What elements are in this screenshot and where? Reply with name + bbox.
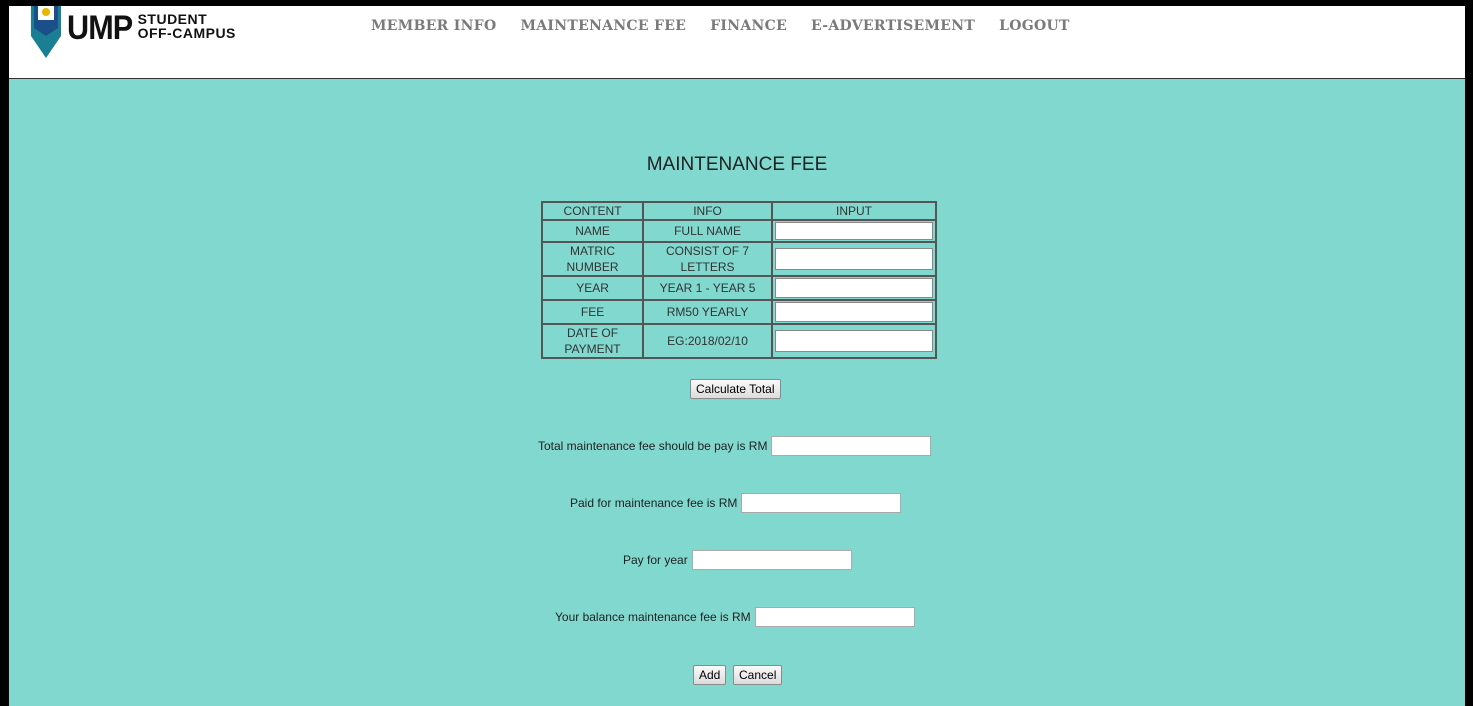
year-input[interactable] xyxy=(775,278,933,298)
paid-fee-label: Paid for maintenance fee is RM xyxy=(570,496,738,510)
logo-brand-text: UMP xyxy=(67,9,133,47)
total-fee-label: Total maintenance fee should be pay is R… xyxy=(538,439,768,453)
input-cell xyxy=(772,242,936,276)
pay-year-input[interactable] xyxy=(691,550,852,570)
site-header: UMP STUDENT OFF-CAMPUS MEMBER INFO MAINT… xyxy=(9,6,1465,79)
total-fee-input[interactable] xyxy=(771,436,932,456)
balance-fee-input[interactable] xyxy=(754,607,915,627)
header-content: CONTENT xyxy=(542,202,644,220)
fee-input[interactable] xyxy=(775,302,933,322)
calculate-total-button[interactable]: Calculate Total xyxy=(690,379,781,399)
table-row: YEAR YEAR 1 - YEAR 5 xyxy=(542,276,936,300)
name-input[interactable] xyxy=(775,222,933,240)
matric-number-input[interactable] xyxy=(775,248,933,270)
info-cell: EG:2018/02/10 xyxy=(643,324,772,358)
shield-logo-icon xyxy=(31,6,61,58)
page-title: MAINTENANCE FEE xyxy=(646,154,828,175)
paid-fee-input[interactable] xyxy=(741,493,902,513)
input-cell xyxy=(772,324,936,358)
table-row: MATRIC NUMBER CONSIST OF 7 LETTERS xyxy=(542,242,936,276)
info-cell: FULL NAME xyxy=(643,220,772,242)
pay-year-row: Pay for year xyxy=(623,550,852,570)
nav-member-info[interactable]: MEMBER INFO xyxy=(371,18,496,34)
input-cell xyxy=(772,220,936,242)
total-fee-row: Total maintenance fee should be pay is R… xyxy=(538,436,932,456)
content-cell: MATRIC NUMBER xyxy=(542,242,644,276)
info-cell: CONSIST OF 7 LETTERS xyxy=(643,242,772,276)
date-of-payment-input[interactable] xyxy=(775,330,933,352)
info-cell: RM50 YEARLY xyxy=(643,300,772,324)
page-frame: UMP STUDENT OFF-CAMPUS MEMBER INFO MAINT… xyxy=(9,6,1465,706)
logo-subtitle: STUDENT OFF-CAMPUS xyxy=(138,12,236,40)
input-cell xyxy=(772,300,936,324)
nav-e-advertisement[interactable]: E-ADVERTISEMENT xyxy=(811,18,975,34)
table-row: FEE RM50 YEARLY xyxy=(542,300,936,324)
ump-logo[interactable]: UMP STUDENT OFF-CAMPUS xyxy=(29,6,236,62)
cancel-button[interactable]: Cancel xyxy=(733,665,783,685)
table-row: NAME FULL NAME xyxy=(542,220,936,242)
input-cell xyxy=(772,276,936,300)
content-cell: DATE OF PAYMENT xyxy=(542,324,644,358)
balance-fee-row: Your balance maintenance fee is RM xyxy=(555,607,915,627)
nav-logout[interactable]: LOGOUT xyxy=(999,18,1070,34)
logo-line-1: STUDENT xyxy=(137,11,208,27)
nav-finance[interactable]: FINANCE xyxy=(710,18,787,34)
pay-year-label: Pay for year xyxy=(623,553,688,567)
header-info: INFO xyxy=(643,202,772,220)
logo-line-2: OFF-CAMPUS xyxy=(137,25,236,41)
paid-fee-row: Paid for maintenance fee is RM xyxy=(570,493,902,513)
add-button[interactable]: Add xyxy=(693,665,727,685)
header-input: INPUT xyxy=(772,202,936,220)
info-cell: YEAR 1 - YEAR 5 xyxy=(643,276,772,300)
fee-table: CONTENT INFO INPUT NAME FULL NAME MATRIC… xyxy=(541,201,937,359)
table-row: DATE OF PAYMENT EG:2018/02/10 xyxy=(542,324,936,358)
main-nav: MEMBER INFO MAINTENANCE FEE FINANCE E-AD… xyxy=(371,18,1094,34)
nav-maintenance-fee[interactable]: MAINTENANCE FEE xyxy=(520,18,686,34)
content-cell: YEAR xyxy=(542,276,644,300)
content-cell: FEE xyxy=(542,300,644,324)
table-header-row: CONTENT INFO INPUT xyxy=(542,202,936,220)
balance-fee-label: Your balance maintenance fee is RM xyxy=(555,610,751,624)
content-cell: NAME xyxy=(542,220,644,242)
